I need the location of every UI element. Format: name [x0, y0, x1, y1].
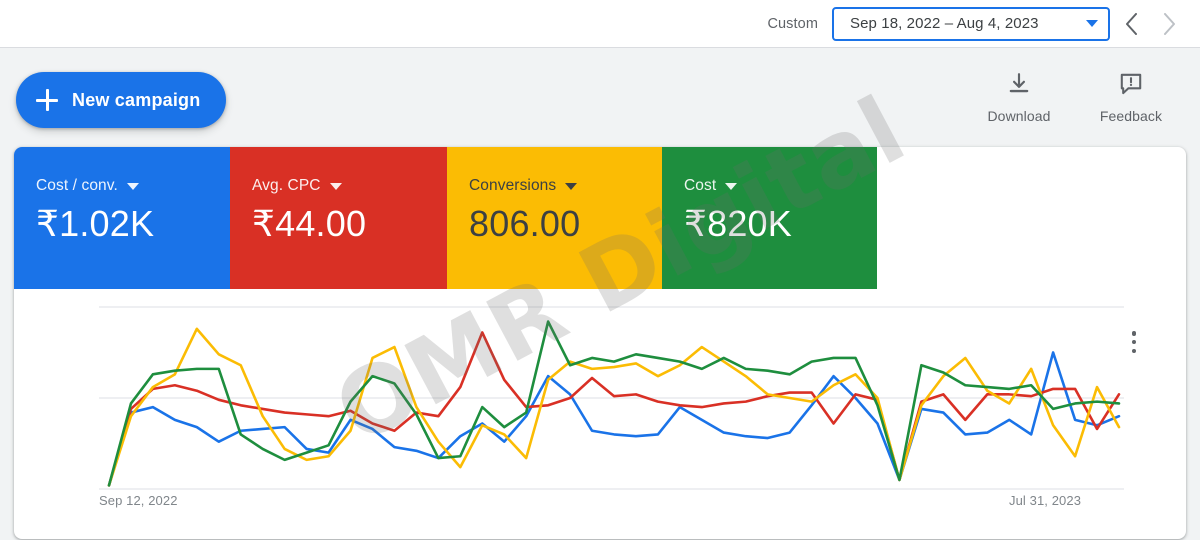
chart-series-group [107, 320, 1121, 487]
metric-label: Conversions [469, 177, 557, 194]
chevron-down-icon [126, 182, 139, 190]
chart-line-cost [107, 320, 1121, 487]
performance-chart: Sep 12, 2022 Jul 31, 2023 [14, 289, 1186, 539]
chevron-right-icon [1163, 12, 1175, 35]
chevron-down-icon [725, 182, 738, 190]
chevron-down-icon [565, 182, 578, 190]
feedback-icon [1118, 67, 1144, 101]
metric-value: ₹44.00 [252, 203, 367, 244]
x-axis-end-label: Jul 31, 2023 [1009, 493, 1082, 508]
feedback-label: Feedback [1099, 108, 1163, 124]
metric-header[interactable]: Conversions [469, 177, 662, 195]
top-header-bar: Custom Sep 18, 2022 – Aug 4, 2023 [0, 0, 1200, 48]
metric-label: Cost [684, 177, 717, 194]
new-campaign-label: New campaign [72, 89, 201, 110]
metric-header[interactable]: Cost / conv. [36, 177, 230, 195]
chevron-down-icon [1086, 20, 1098, 27]
metric-label: Avg. CPC [252, 177, 321, 194]
performance-card: Cost / conv. ₹1.02K Avg. CPC ₹44.00 Conv… [14, 147, 1186, 539]
metric-value: ₹820K [684, 203, 792, 244]
chevron-left-icon [1125, 12, 1137, 35]
google-ads-dashboard: Custom Sep 18, 2022 – Aug 4, 2023 New ca… [0, 0, 1200, 540]
metric-label: Cost / conv. [36, 177, 118, 194]
next-period-button[interactable] [1152, 7, 1186, 41]
feedback-button[interactable]: Feedback [1088, 67, 1174, 124]
download-button[interactable]: Download [976, 67, 1062, 124]
metric-tile-cost[interactable]: Cost ₹820K [662, 147, 877, 289]
metric-header[interactable]: Cost [684, 177, 877, 195]
x-axis-start-label: Sep 12, 2022 [99, 493, 178, 508]
date-range-selector[interactable]: Sep 18, 2022 – Aug 4, 2023 [832, 6, 1110, 41]
metric-tiles: Cost / conv. ₹1.02K Avg. CPC ₹44.00 Conv… [14, 147, 877, 289]
date-preset-label: Custom [767, 15, 818, 32]
metric-tile-cost-per-conv[interactable]: Cost / conv. ₹1.02K [14, 147, 230, 289]
new-campaign-button[interactable]: New campaign [16, 72, 227, 128]
metric-tile-conversions[interactable]: Conversions 806.00 [447, 147, 662, 289]
chevron-down-icon [329, 182, 342, 190]
plus-icon [36, 89, 58, 111]
metric-value: ₹1.02K [36, 203, 155, 244]
chart-gridlines [99, 306, 1124, 490]
chart-line-conversions [107, 327, 1121, 487]
metric-value: 806.00 [469, 203, 581, 244]
download-label: Download [987, 108, 1051, 124]
download-icon [1006, 67, 1032, 101]
metric-tile-avg-cpc[interactable]: Avg. CPC ₹44.00 [230, 147, 447, 289]
action-toolbar: New campaign Download Feedback [0, 49, 1200, 146]
previous-period-button[interactable] [1114, 7, 1148, 41]
date-range-value: Sep 18, 2022 – Aug 4, 2023 [850, 15, 1039, 32]
metric-header[interactable]: Avg. CPC [252, 177, 447, 195]
